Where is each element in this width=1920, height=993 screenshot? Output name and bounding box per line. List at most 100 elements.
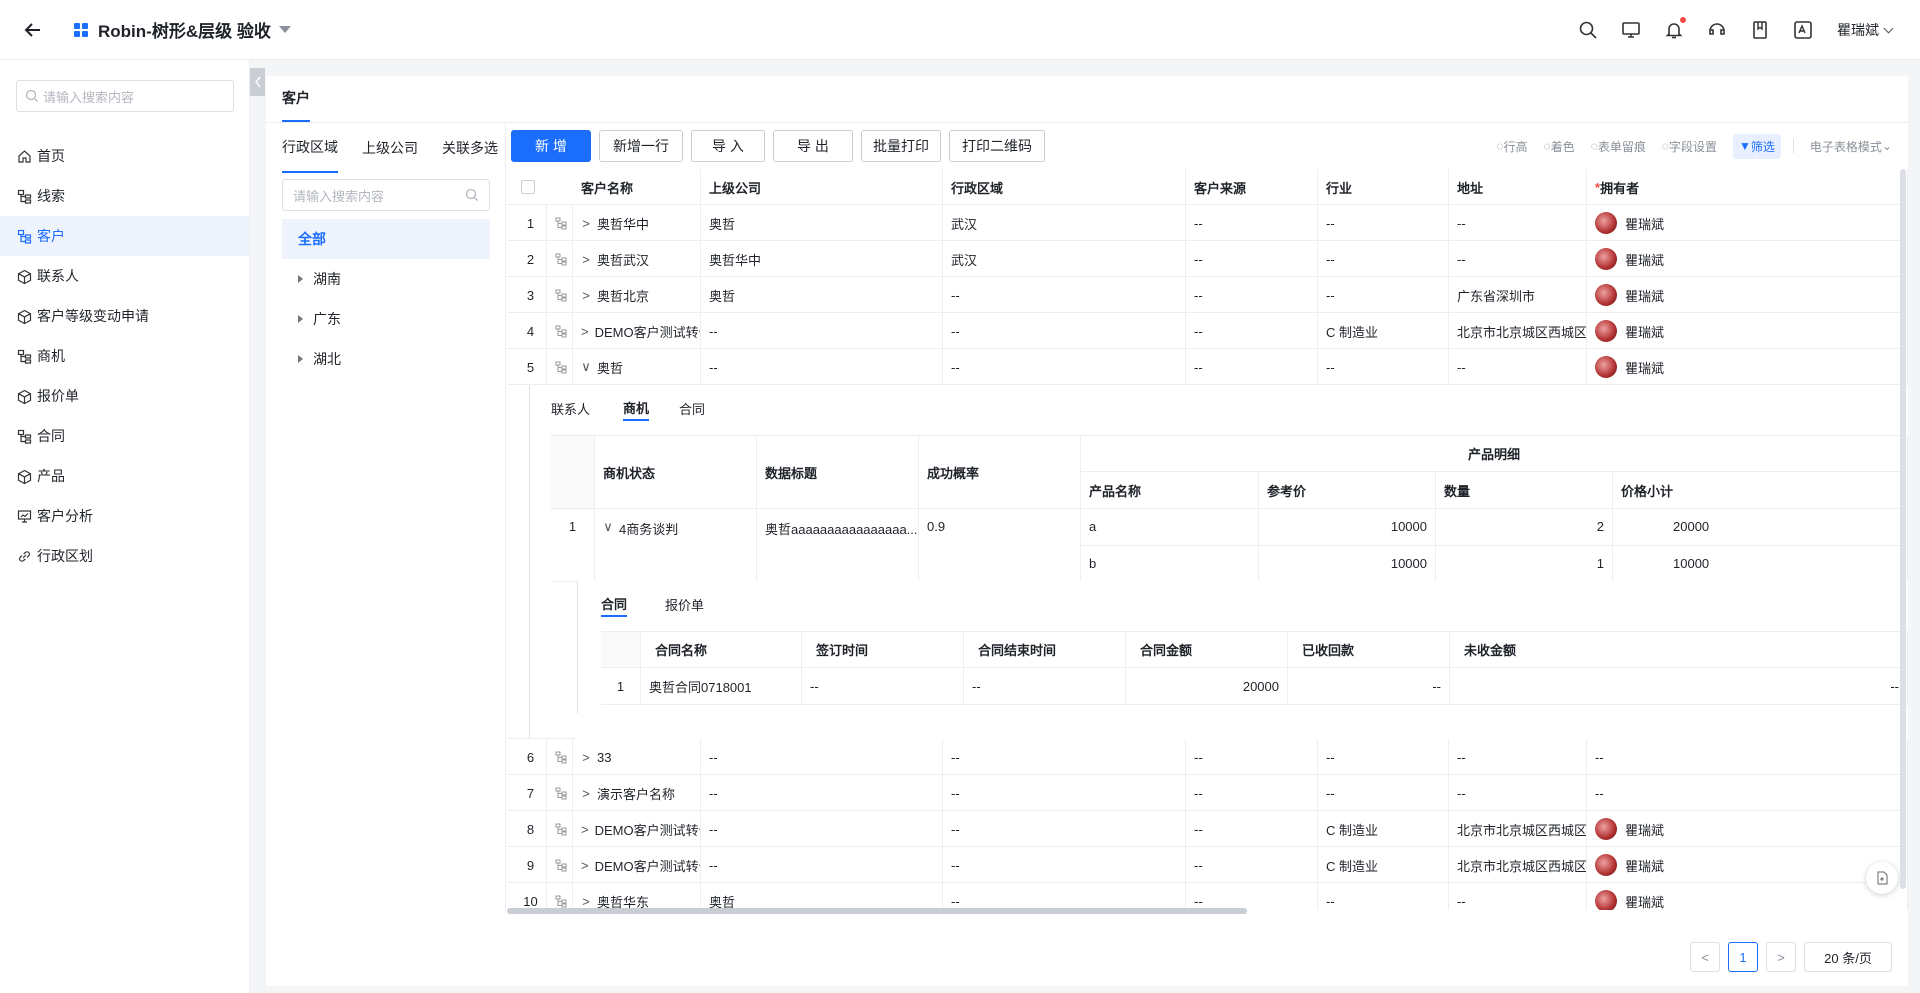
chevron-right-icon[interactable]: >	[581, 324, 589, 339]
sidebar-item-8[interactable]: 产品	[0, 456, 249, 496]
tree-node-2[interactable]: 湖北	[282, 339, 490, 379]
app-title[interactable]: Robin-树形&层级 验收	[98, 17, 271, 42]
customer-name-cell[interactable]: > DEMO客户测试转化	[573, 811, 701, 847]
customer-name-cell[interactable]: > 奥哲华东	[573, 883, 701, 910]
contract-col-3[interactable]: 合同金额	[1126, 632, 1288, 668]
opp-col-rate[interactable]: 成功概率	[919, 436, 1081, 509]
next-page-button[interactable]: >	[1766, 942, 1796, 972]
opp-status-cell[interactable]: ∨ 4商务谈判	[595, 509, 757, 582]
tree-node-all[interactable]: 全部	[282, 219, 490, 259]
monitor-icon[interactable]	[1617, 16, 1645, 44]
tree-tab-0[interactable]: 行政区域	[282, 123, 338, 173]
detail-tab-2[interactable]: 合同	[679, 395, 705, 421]
sidebar-item-10[interactable]: 行政区划	[0, 536, 249, 576]
page-number-1[interactable]: 1	[1728, 942, 1758, 972]
customer-name-cell[interactable]: > DEMO客户测试转化	[573, 847, 701, 883]
chevron-right-icon[interactable]: >	[581, 216, 591, 231]
toolbar-button-4[interactable]: 批量打印	[861, 130, 941, 162]
tree-view-icon[interactable]	[547, 883, 573, 910]
chevron-right-icon[interactable]: >	[581, 750, 591, 765]
toolbar-button-3[interactable]: 导 出	[773, 130, 853, 162]
tree-search-input[interactable]: 请输入搜索内容	[282, 179, 490, 211]
page-tab-customer[interactable]: 客户	[282, 76, 310, 122]
search-icon[interactable]	[1574, 16, 1602, 44]
expand-triangle-icon[interactable]	[298, 315, 303, 323]
tree-tab-2[interactable]: 关联多选	[442, 123, 498, 173]
chevron-right-icon[interactable]: >	[581, 288, 591, 303]
sidebar-item-5[interactable]: 商机	[0, 336, 249, 376]
opp-col-title[interactable]: 数据标题	[757, 436, 919, 509]
nested-tab-1[interactable]: 报价单	[665, 591, 704, 617]
export-float-button[interactable]	[1866, 862, 1898, 894]
customer-name-cell[interactable]: > DEMO客户测试转化	[573, 313, 701, 349]
nested-tab-0[interactable]: 合同	[601, 591, 628, 617]
chevron-down-icon[interactable]: ∨	[581, 359, 591, 375]
column-header-2[interactable]: 行政区域	[943, 169, 1186, 205]
tree-node-0[interactable]: 湖南	[282, 259, 490, 299]
translate-icon[interactable]	[1789, 16, 1817, 44]
contract-col-2[interactable]: 合同结束时间	[964, 632, 1126, 668]
contract-col-1[interactable]: 签订时间	[802, 632, 964, 668]
toolbar-button-1[interactable]: 新增一行	[599, 130, 683, 162]
chevron-right-icon[interactable]: >	[581, 858, 589, 873]
tree-view-icon[interactable]	[547, 241, 573, 277]
sidebar-item-2[interactable]: 客户	[0, 216, 249, 256]
column-header-6[interactable]: * 拥有者	[1587, 169, 1908, 205]
table-tool-2[interactable]: ◌ 表单留痕	[1591, 138, 1646, 155]
tree-view-icon[interactable]	[547, 811, 573, 847]
table-tool-1[interactable]: ◌ 着色	[1544, 138, 1575, 155]
sidebar-item-0[interactable]: 首页	[0, 136, 249, 176]
table-tool-4[interactable]: ▼ 筛选	[1733, 133, 1781, 159]
tree-view-icon[interactable]	[547, 739, 573, 775]
sidebar-item-7[interactable]: 合同	[0, 416, 249, 456]
prev-page-button[interactable]: <	[1690, 942, 1720, 972]
user-menu[interactable]: 瞿瑞斌	[1837, 20, 1894, 40]
vertical-scrollbar[interactable]	[1900, 169, 1906, 889]
customer-name-cell[interactable]: > 演示客户名称	[573, 775, 701, 811]
opp-col-status[interactable]: 商机状态	[595, 436, 757, 509]
contract-col-0[interactable]: 合同名称	[641, 632, 802, 668]
back-arrow-icon[interactable]	[18, 15, 48, 45]
sidebar-item-1[interactable]: 线索	[0, 176, 249, 216]
column-header-5[interactable]: 地址	[1449, 169, 1587, 205]
horizontal-scrollbar[interactable]	[507, 908, 1247, 914]
sidebar-item-6[interactable]: 报价单	[0, 376, 249, 416]
tree-tab-1[interactable]: 上级公司	[362, 123, 418, 173]
tree-node-1[interactable]: 广东	[282, 299, 490, 339]
table-tool-3[interactable]: ◌ 字段设置	[1662, 138, 1717, 155]
sidebar-item-4[interactable]: 客户等级变动申请	[0, 296, 249, 336]
tree-view-icon[interactable]	[547, 847, 573, 883]
toolbar-button-5[interactable]: 打印二维码	[949, 130, 1045, 162]
customer-name-cell[interactable]: ∨ 奥哲	[573, 349, 701, 385]
book-icon[interactable]	[1746, 16, 1774, 44]
customer-name-cell[interactable]: > 奥哲北京	[573, 277, 701, 313]
bell-icon[interactable]	[1660, 16, 1688, 44]
contract-col-4[interactable]: 已收回款	[1288, 632, 1450, 668]
contract-col-5[interactable]: 未收金额	[1450, 632, 1908, 668]
customer-name-cell[interactable]: > 奥哲华中	[573, 205, 701, 241]
chevron-down-icon[interactable]: ∨	[603, 519, 613, 535]
customer-name-cell[interactable]: >33	[573, 739, 701, 775]
tree-view-icon[interactable]	[547, 313, 573, 349]
headset-icon[interactable]	[1703, 16, 1731, 44]
column-header-1[interactable]: 上级公司	[701, 169, 943, 205]
sidebar-search-input[interactable]: 请输入搜索内容	[16, 80, 234, 112]
customer-name-cell[interactable]: > 奥哲武汉	[573, 241, 701, 277]
toolbar-button-2[interactable]: 导 入	[691, 130, 765, 162]
detail-tab-0[interactable]: 联系人	[551, 395, 590, 421]
chevron-right-icon[interactable]: >	[581, 822, 589, 837]
column-header-0[interactable]: 客户名称	[573, 169, 701, 205]
tree-view-icon[interactable]	[547, 277, 573, 313]
opp-col-price[interactable]: 参考价	[1259, 472, 1436, 509]
expand-triangle-icon[interactable]	[298, 355, 303, 363]
tree-view-icon[interactable]	[547, 775, 573, 811]
tree-view-icon[interactable]	[547, 205, 573, 241]
detail-tab-1[interactable]: 商机	[623, 395, 650, 421]
toolbar-button-0[interactable]: 新 增	[511, 130, 591, 162]
opp-col-qty[interactable]: 数量	[1436, 472, 1613, 509]
sidebar-item-3[interactable]: 联系人	[0, 256, 249, 296]
expand-triangle-icon[interactable]	[298, 275, 303, 283]
contract-name[interactable]: 奥哲合同0718001	[641, 668, 802, 705]
select-all-checkbox[interactable]	[521, 180, 535, 194]
collapse-sidebar-button[interactable]	[250, 68, 265, 96]
